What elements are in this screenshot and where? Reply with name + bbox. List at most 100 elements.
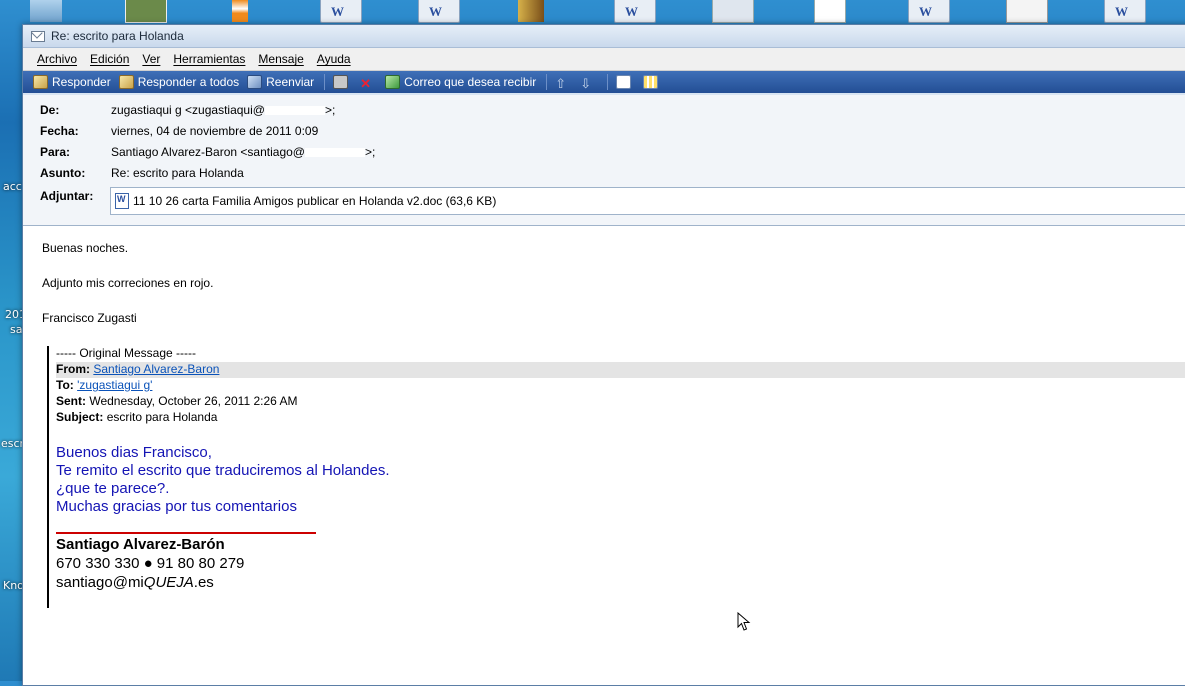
to-tail: >; [364,145,376,159]
header-to-row: Para: Santiago Alvarez-Baron <santiago@ >… [23,145,1185,165]
quoted-from-link[interactable]: Santiago Alvarez-Baron [93,362,219,376]
body-line: Adjunto mis correciones en rojo. [42,276,214,290]
menu-bar: Archivo Edición Ver Herramientas Mensaje… [23,48,1185,71]
junk-button[interactable]: Correo que desea recibir [385,75,536,89]
quoted-msg-line: Buenos dias Francisco, [56,444,212,461]
mail-window: Re: escrito para Holanda Archivo Edición… [22,24,1185,686]
desktop-label[interactable]: acc [3,180,22,193]
recycle-bin-icon[interactable] [30,0,62,22]
window-title: Re: escrito para Holanda [51,29,184,43]
print-button[interactable] [333,75,352,89]
envelope-icon [31,30,45,42]
original-message-separator: ----- Original Message ----- [56,346,197,360]
signature-email-suffix: .es [193,574,214,591]
vlc-cone-icon[interactable] [232,0,248,22]
forward-icon [247,75,263,89]
delete-button[interactable]: ✕ [360,76,377,91]
toolbar: Responder Responder a todos Reenviar ✕ C… [23,71,1185,93]
signature-email-prefix: santiago@mi [56,574,144,591]
contact-card-icon [616,75,632,89]
quoted-from-label: From: [56,362,90,376]
body-greeting: Buenas noches. [42,241,129,255]
quoted-to-row: To: 'zugastiagui g' [56,378,152,392]
desktop-photo-icon[interactable] [125,0,167,23]
from-highlight [56,362,1185,378]
arrow-up-icon: ⇧ [555,76,567,91]
encoding-button[interactable] [643,75,662,89]
body-signoff: Francisco Zugasti [42,311,137,325]
text-document-icon[interactable] [1006,0,1048,23]
subject-label: Asunto: [40,166,86,180]
forward-label: Reenviar [266,75,315,89]
message-body: Buenas noches. Adjunto mis correciones e… [23,226,1185,685]
folder-icon[interactable] [518,0,544,22]
reply-button[interactable]: Responder [33,75,111,89]
forward-button[interactable]: Reenviar [247,75,314,89]
quoted-subject-value: escrito para Holanda [106,410,218,424]
attach-label: Adjuntar: [40,189,94,203]
quoted-msg-line: Muchas gracias por tus comentarios [56,498,297,515]
quoted-msg-line: Te remito el escrito que traduciremos al… [56,462,390,479]
previous-button[interactable]: ⇧ [555,76,572,91]
menu-herramientas[interactable]: Herramientas [173,52,245,66]
safe-sender-icon [385,75,401,89]
word-document-icon [115,193,129,209]
junk-label: Correo que desea recibir [404,75,537,89]
reply-label: Responder [52,75,111,89]
quoted-to-label: To: [56,378,74,392]
menu-ver[interactable]: Ver [142,52,160,66]
quoted-sent-value: Wednesday, October 26, 2011 2:26 AM [89,394,298,408]
word-document-icon[interactable] [908,0,950,23]
from-label: De: [40,103,60,117]
grid-icon [643,75,659,89]
word-document-icon[interactable] [320,0,362,23]
message-header: De: zugastiaqui g <zugastiaqui@ >; Fecha:… [23,95,1185,226]
signature-rule [56,532,316,534]
to-value[interactable]: Santiago Alvarez-Baron <santiago@ >; [111,145,375,159]
menu-mensaje[interactable]: Mensaje [258,52,303,66]
subject-value: Re: escrito para Holanda [111,166,244,180]
reply-icon [33,75,48,89]
signature-name: Santiago Alvarez-Barón [56,536,225,553]
from-value[interactable]: zugastiaqui g <zugastiaqui@ >; [111,103,335,117]
attachment-file[interactable]: 11 10 26 carta Familia Amigos publicar e… [133,194,496,208]
blank-document-icon[interactable] [712,0,754,23]
date-label: Fecha: [40,124,79,138]
reply-all-button[interactable]: Responder a todos [118,75,240,89]
header-subject-row: Asunto: Re: escrito para Holanda [23,166,1185,186]
contacts-button[interactable] [616,75,635,89]
word-document-icon[interactable] [1104,0,1146,23]
date-value: viernes, 04 de noviembre de 2011 0:09 [111,124,319,138]
quoted-sent-row: Sent: Wednesday, October 26, 2011 2:26 A… [56,394,297,408]
title-bar[interactable]: Re: escrito para Holanda [23,25,1185,48]
desktop-label[interactable]: sa [10,323,22,336]
next-button[interactable]: ⇩ [580,76,597,91]
from-address: zugastiaqui g <zugastiaqui@ [111,103,265,117]
arrow-down-icon: ⇩ [580,76,592,91]
signature-email: santiago@miQUEJA.es [56,574,214,591]
redaction [264,106,325,116]
attachment-box: 11 10 26 carta Familia Amigos publicar e… [110,187,1185,215]
signature-email-brand: QUEJA [143,574,194,591]
from-tail: >; [324,103,336,117]
menu-ayuda[interactable]: Ayuda [317,52,351,66]
reply-all-label: Responder a todos [137,75,240,89]
word-document-icon[interactable] [418,0,460,23]
to-label: Para: [40,145,71,159]
toolbar-separator [607,74,609,90]
delete-icon: ✕ [360,76,372,91]
header-from-row: De: zugastiaqui g <zugastiaqui@ >; [23,103,1185,123]
print-icon [333,75,349,89]
menu-edicion[interactable]: Edición [90,52,129,66]
quoted-to-link[interactable]: 'zugastiagui g' [77,378,152,392]
to-address: Santiago Alvarez-Baron <santiago@ [111,145,305,159]
menu-archivo[interactable]: Archivo [37,52,77,66]
toolbar-separator [324,74,326,90]
desktop-label[interactable]: Kno [3,579,24,592]
toolbar-separator [546,74,548,90]
quoted-message: ----- Original Message ----- From: Santi… [47,346,1185,608]
image-file-icon[interactable] [814,0,846,23]
desktop-label[interactable]: escr [1,437,24,450]
redaction [304,148,365,158]
word-document-icon[interactable] [614,0,656,23]
